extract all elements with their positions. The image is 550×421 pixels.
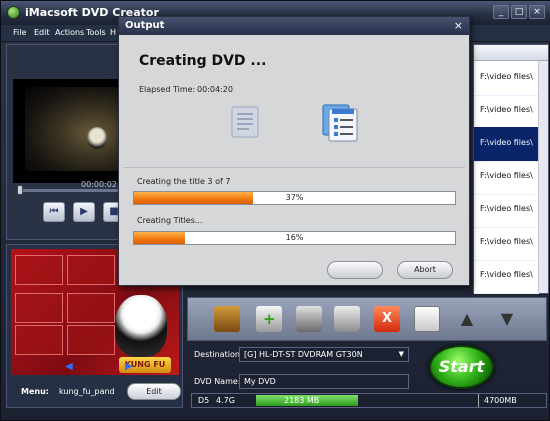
capacity-total: 4700MB: [484, 396, 517, 405]
overall-status: Creating Titles...: [137, 216, 203, 225]
video-subject: [87, 127, 107, 149]
menu-slot: [15, 293, 63, 323]
elapsed-time-value: 00:04:20: [197, 85, 233, 94]
dvd-name-label: DVD Name:: [194, 377, 241, 386]
file-list-row[interactable]: F:\video files\: [474, 226, 539, 261]
dialog-heading: Creating DVD ...: [139, 53, 267, 69]
disabled-dialog-button: [327, 261, 383, 279]
disc-size[interactable]: 4.7G: [216, 396, 235, 405]
file-list-row[interactable]: F:\video files\: [474, 193, 539, 228]
dialog-divider: [123, 167, 465, 168]
elapsed-time-label: Elapsed Time:: [139, 85, 196, 94]
menu-slot: [67, 255, 115, 285]
edit-video-icon[interactable]: [296, 306, 322, 332]
delete-icon[interactable]: [334, 306, 360, 332]
menu-next-arrow-icon: ▶: [125, 361, 133, 372]
menu-prev-arrow-icon: ◀: [65, 361, 73, 372]
menu-slot: [67, 293, 115, 323]
list-scrollbar[interactable]: [538, 61, 548, 293]
list-settings-icon[interactable]: [414, 306, 440, 332]
destination-label: Destination:: [194, 350, 243, 359]
file-list-row[interactable]: F:\video files\: [474, 94, 539, 129]
chevron-down-icon: ▼: [398, 350, 404, 358]
maximize-button[interactable]: □: [511, 5, 527, 19]
capacity-divider: [478, 394, 479, 407]
dvd-name-input[interactable]: My DVD: [239, 374, 409, 389]
app-logo-icon: [7, 6, 20, 19]
destination-value: [G] HL-DT-ST DVDRAM GT30N: [244, 350, 363, 359]
abort-button[interactable]: Abort: [397, 261, 453, 279]
target-document-icon: [322, 104, 358, 142]
toolbar: + X ▲ ▼: [187, 297, 547, 341]
file-list-row[interactable]: F:\video files\: [474, 160, 539, 195]
overall-progress-bar: 16%: [133, 231, 456, 245]
menu-label: Menu:: [21, 387, 49, 396]
file-list-row[interactable]: F:\video files\: [474, 127, 539, 162]
dialog-close-icon[interactable]: ×: [454, 19, 463, 32]
play-button[interactable]: ▶: [73, 202, 95, 222]
dialog-title: Output: [125, 20, 165, 31]
edit-menu-button[interactable]: Edit: [127, 383, 181, 400]
menu-edit[interactable]: Edit: [34, 28, 50, 37]
menu-slot: [15, 325, 63, 355]
time-code: 00:00:02: [81, 180, 117, 189]
menu-slot: [15, 255, 63, 285]
add-chapter-icon[interactable]: +: [256, 306, 282, 332]
previous-button[interactable]: ⏮: [43, 202, 65, 222]
seek-handle[interactable]: [17, 185, 23, 195]
minimize-button[interactable]: _: [493, 5, 509, 19]
close-button[interactable]: ×: [529, 5, 545, 19]
panda-character: [115, 295, 167, 357]
title-status: Creating the title 3 of 7: [137, 177, 231, 186]
file-list-row[interactable]: F:\video files\: [474, 61, 539, 96]
menu-slot: [67, 325, 115, 355]
dialog-title-bar: Output ×: [119, 17, 469, 35]
used-space: 2183 MB: [284, 396, 320, 405]
menu-actions[interactable]: Actions: [55, 28, 84, 37]
output-dialog: Output × Creating DVD ... Elapsed Time: …: [118, 16, 470, 286]
add-video-icon[interactable]: [214, 306, 240, 332]
list-header: [474, 45, 548, 61]
title-progress-bar: 37%: [133, 191, 456, 205]
menu-help[interactable]: H: [110, 28, 116, 37]
remove-icon[interactable]: X: [374, 306, 400, 332]
overall-progress-text: 16%: [285, 233, 304, 242]
start-button[interactable]: Start: [429, 345, 494, 389]
move-up-icon[interactable]: ▲: [454, 306, 480, 332]
destination-select[interactable]: [G] HL-DT-ST DVDRAM GT30N ▼: [239, 347, 409, 362]
app-window: iMacsoft DVD Creator _ □ × File Edit Act…: [0, 0, 550, 421]
capacity-bar: D5 4.7G 2183 MB 4700MB: [191, 393, 547, 408]
menu-tools[interactable]: Tools: [86, 28, 106, 37]
menu-file[interactable]: File: [13, 28, 26, 37]
menu-name: kung_fu_pand: [59, 387, 115, 396]
file-list[interactable]: F:\video files\ F:\video files\ F:\video f…: [473, 44, 549, 294]
source-document-icon: [231, 106, 259, 138]
title-progress-text: 37%: [285, 193, 304, 202]
move-down-icon[interactable]: ▼: [494, 306, 520, 332]
disc-type[interactable]: D5: [198, 396, 209, 405]
file-list-row[interactable]: F:\video files\: [474, 259, 539, 294]
